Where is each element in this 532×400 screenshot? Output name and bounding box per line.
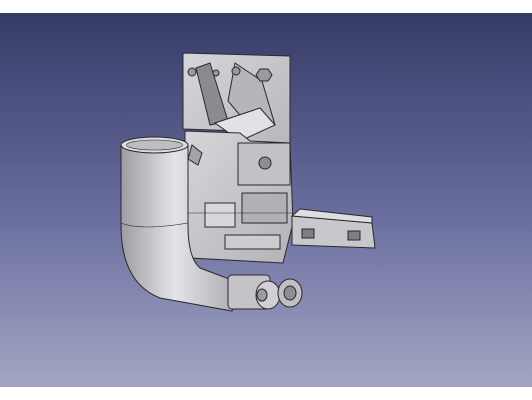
- 3d-viewport[interactable]: [0, 13, 532, 387]
- model-render[interactable]: [0, 13, 532, 387]
- hinge-knuckle[interactable]: [227, 274, 303, 310]
- central-block[interactable]: [184, 130, 294, 264]
- side-arm[interactable]: [290, 208, 376, 249]
